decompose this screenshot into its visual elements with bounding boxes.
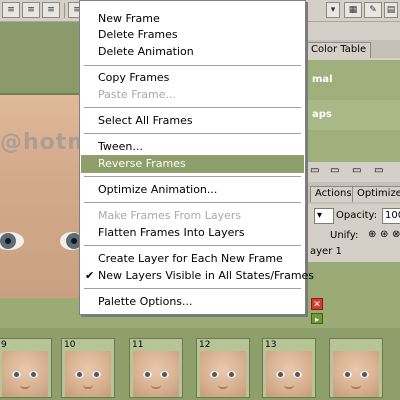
swatch-icon[interactable]: ▭ xyxy=(352,165,361,176)
palette-icon[interactable]: ▦ xyxy=(344,2,362,18)
frame-number: 12 xyxy=(199,340,211,350)
tab-optimize[interactable]: Optimize xyxy=(352,186,400,202)
animation-palette-menu: New Frame Delete Frames Delete Animation… xyxy=(79,0,314,315)
frame-thumbnail[interactable]: 13 xyxy=(262,338,316,398)
brush-icon[interactable]: ✎ xyxy=(364,2,382,18)
menu-item-create-layer-each-frame[interactable]: Create Layer for Each New Frame xyxy=(81,250,304,268)
align-right-icon[interactable]: ≡ xyxy=(42,2,60,18)
menu-separator xyxy=(84,176,301,177)
frames-strip: 9 10 11 12 13 xyxy=(0,336,400,400)
image-canvas[interactable]: @hotm xyxy=(0,22,80,298)
frame-image xyxy=(266,351,312,397)
baby-eye-right xyxy=(60,232,80,250)
checkmark-icon: ✔ xyxy=(85,269,95,282)
swatches-tab-row: Color Table xyxy=(306,40,400,58)
menu-separator xyxy=(84,107,301,108)
history-tab-row: Actions Optimize xyxy=(306,182,400,204)
frame-image xyxy=(333,351,379,397)
watermark-text: @hotm xyxy=(0,130,80,155)
frame-image xyxy=(65,351,111,397)
frame-number: 11 xyxy=(132,340,144,350)
menu-item-new-layers-visible[interactable]: ✔ New Layers Visible in All States/Frame… xyxy=(81,267,314,285)
palette-bar-1: mal xyxy=(306,60,400,100)
frame-number: 9 xyxy=(1,340,7,350)
opacity-input[interactable]: 100 xyxy=(382,208,400,224)
layer-row[interactable]: ayer 1 xyxy=(306,242,400,262)
frame-number: 13 xyxy=(265,340,277,350)
swatch-icon[interactable]: ▭ xyxy=(330,165,339,176)
menu-item-paste-frame: Paste Frame... xyxy=(98,88,176,101)
menu-item-palette-options[interactable]: Palette Options... xyxy=(81,293,304,311)
align-center-icon[interactable]: ≡ xyxy=(22,2,40,18)
palette-icon-row: ▭ ▭ ▭ ▭ xyxy=(306,162,400,182)
right-palettes: Color Table mal aps ▭ ▭ ▭ ▭ Actions Opti… xyxy=(306,22,400,320)
unify-style-icon[interactable]: ⊗ xyxy=(392,229,400,240)
menu-separator xyxy=(84,65,301,66)
close-icon[interactable]: ✕ xyxy=(311,298,323,310)
menu-item-optimize-animation[interactable]: Optimize Animation... xyxy=(81,181,304,199)
unify-position-icon[interactable]: ⊕ xyxy=(368,229,376,240)
palette-bar-2: aps xyxy=(306,100,400,130)
palette-body xyxy=(306,130,400,162)
menu-item-select-all-frames[interactable]: Select All Frames xyxy=(81,112,304,130)
menu-item-copy-frames[interactable]: Copy Frames xyxy=(81,69,304,87)
frame-number: 10 xyxy=(64,340,76,350)
trash-icon[interactable]: ▭ xyxy=(374,165,383,176)
align-left-icon[interactable]: ≡ xyxy=(2,2,20,18)
canvas-border xyxy=(0,22,80,95)
frame-image xyxy=(133,351,179,397)
tab-color-table[interactable]: Color Table xyxy=(306,42,372,58)
opacity-label: Opacity: xyxy=(336,210,378,221)
new-swatch-icon[interactable]: ▭ xyxy=(310,165,319,176)
menu-item-make-frames-from-layers: Make Frames From Layers xyxy=(98,209,242,222)
palette-well-icon[interactable]: ▤ xyxy=(384,2,398,18)
layers-controls: ▾ Opacity: 100 Unify: ⊕ ⊛ ⊗ xyxy=(306,204,400,242)
unify-visibility-icon[interactable]: ⊛ xyxy=(380,229,388,240)
menu-item-reverse-frames[interactable]: Reverse Frames xyxy=(81,155,304,173)
frame-image xyxy=(200,351,246,397)
menu-item-label: New Layers Visible in All States/Frames xyxy=(98,269,315,282)
menu-item-delete-animation[interactable]: Delete Animation xyxy=(81,43,304,61)
palette-menu-arrow-icon[interactable]: ▸ xyxy=(311,313,323,324)
layer-name: ayer 1 xyxy=(310,246,342,257)
menu-item-flatten-frames-into-layers[interactable]: Flatten Frames Into Layers xyxy=(81,224,304,242)
baby-photo xyxy=(0,95,80,298)
tab-actions[interactable]: Actions xyxy=(310,186,357,202)
menu-separator xyxy=(84,133,301,134)
frame-thumbnail[interactable]: 12 xyxy=(196,338,250,398)
blend-mode-select[interactable]: ▾ xyxy=(314,208,334,224)
menu-separator xyxy=(84,288,301,289)
dropdown-arrow-icon[interactable]: ▾ xyxy=(326,2,340,18)
frame-thumbnail[interactable]: 11 xyxy=(129,338,183,398)
toolbar-divider xyxy=(64,3,65,18)
unify-label: Unify: xyxy=(330,230,359,241)
menu-item-tween[interactable]: Tween... xyxy=(81,138,304,156)
frame-image xyxy=(2,351,48,397)
frame-thumbnail[interactable] xyxy=(329,338,383,398)
menu-item-delete-frames[interactable]: Delete Frames xyxy=(81,26,304,44)
frame-thumbnail[interactable]: 9 xyxy=(0,338,52,398)
menu-separator xyxy=(84,245,301,246)
frame-thumbnail[interactable]: 10 xyxy=(61,338,115,398)
menu-separator xyxy=(84,202,301,203)
